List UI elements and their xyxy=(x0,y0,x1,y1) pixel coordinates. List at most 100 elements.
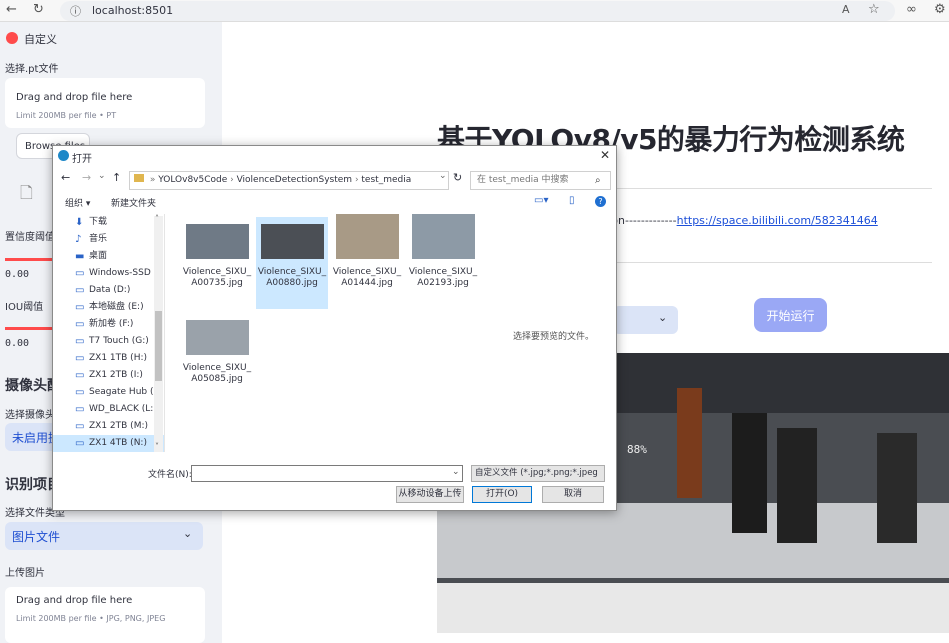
nav-item[interactable]: ▭ 新加卷 (F:) xyxy=(53,316,164,333)
pt-dropzone[interactable]: Drag and drop file here Limit 200MB per … xyxy=(5,78,205,128)
folder-icon xyxy=(134,174,144,182)
scroll-down-icon[interactable]: ˅ xyxy=(155,442,159,451)
new-folder-button[interactable]: 新建文件夹 xyxy=(111,196,156,209)
nav-item[interactable]: ▭ ZX1 2TB (M:) xyxy=(53,418,164,435)
nav-item[interactable]: ▬ 桌面 xyxy=(53,248,164,265)
nav-item[interactable]: ▭ Seagate Hub (K: xyxy=(53,384,164,401)
up-icon[interactable]: ↑ xyxy=(112,171,121,184)
file-item-selected[interactable]: Violence_SIXU_ A00880.jpg xyxy=(256,217,328,309)
file-name: Violence_SIXU_ xyxy=(408,267,478,277)
drive-icon: ▭ xyxy=(75,370,85,381)
refresh-icon[interactable]: ↻ xyxy=(453,171,462,184)
person-figure xyxy=(677,388,702,498)
conf-slider[interactable] xyxy=(5,258,55,261)
file-item[interactable]: Violence_SIXU_ A05085.jpg xyxy=(181,320,253,385)
organize-label: 组织 xyxy=(65,199,84,209)
settings-icon[interactable]: ⚙ xyxy=(934,2,946,17)
drive-icon: ▭ xyxy=(75,387,85,398)
breadcrumb[interactable]: » YOLOv8v5Code › ViolenceDetectionSystem… xyxy=(129,171,449,190)
chevron-down-icon: ⌄ xyxy=(452,467,460,477)
scroll-thumb[interactable] xyxy=(155,311,162,381)
preview-pane-icon[interactable]: ▯ xyxy=(569,195,575,206)
nav-item[interactable]: ⬇ 下载 xyxy=(53,214,164,231)
search-input[interactable]: 在 test_media 中搜索 ⌕ xyxy=(470,171,611,190)
nav-scrollbar[interactable]: ˄ ˅ xyxy=(154,214,163,452)
file-item[interactable]: Violence_SIXU_ A02193.jpg xyxy=(407,214,479,289)
iou-label: IOU阈值 xyxy=(5,302,44,313)
forward-icon[interactable]: → xyxy=(82,171,91,184)
video-bottom xyxy=(437,583,949,633)
video-floor xyxy=(437,503,949,578)
crumb-item[interactable]: ViolenceDetectionSystem xyxy=(237,175,352,185)
nav-item[interactable]: ▭ ZX1 1TB (H:) xyxy=(53,350,164,367)
camera-select-label: 选择摄像头 xyxy=(5,410,55,421)
nav-item-label: 下载 xyxy=(89,217,108,227)
image-dropzone[interactable]: Drag and drop file here Limit 200MB per … xyxy=(5,587,205,643)
nav-item-label: Data (D:) xyxy=(89,285,131,295)
file-item[interactable]: Violence_SIXU_ A00735.jpg xyxy=(181,224,253,289)
filetype-filter-select[interactable]: 自定义文件 (*.jpg;*.png;*.jpeg xyxy=(471,465,605,482)
drive-icon: ▭ xyxy=(75,438,85,449)
back-icon[interactable]: ← xyxy=(6,2,17,17)
pt-file-label: 选择.pt文件 xyxy=(5,64,59,75)
address-bar[interactable]: ⓘ localhost:8501 A ☆ xyxy=(60,1,895,21)
nav-item[interactable]: ▭ 本地磁盘 (E:) xyxy=(53,299,164,316)
iou-slider[interactable] xyxy=(5,327,55,330)
help-icon[interactable]: ? xyxy=(595,196,606,207)
chevron-down-icon[interactable]: ⌄ xyxy=(439,171,447,181)
image-thumbnail xyxy=(185,224,249,259)
view-options-icon[interactable]: ▭▾ xyxy=(534,195,548,206)
upload-from-mobile-button[interactable]: 从移动设备上传 xyxy=(396,486,464,503)
music-icon: ♪ xyxy=(75,234,82,245)
drive-icon: ▭ xyxy=(75,268,85,279)
back-icon[interactable]: ← xyxy=(61,171,70,184)
image-thumbnail xyxy=(260,224,324,259)
link-line: thon-------------https://space.bilibili.… xyxy=(600,214,878,227)
nav-item[interactable]: ♪ 音乐 xyxy=(53,231,164,248)
file-name: A05085.jpg xyxy=(191,374,243,384)
open-button[interactable]: 打开(O) xyxy=(472,486,532,503)
iou-value: 0.00 xyxy=(5,338,30,349)
file-name: A00735.jpg xyxy=(191,278,243,288)
dropzone-title: Drag and drop file here xyxy=(16,92,133,103)
nav-item[interactable]: ▭ ZX1 4TB (N:) xyxy=(53,435,164,452)
chevron-down-icon: ⌄ xyxy=(183,527,193,540)
extensions-icon[interactable]: ∞ xyxy=(906,2,917,17)
chevron-down-icon: ⌄ xyxy=(658,311,668,324)
dropzone-title: Drag and drop file here xyxy=(16,595,133,606)
reload-icon[interactable]: ↻ xyxy=(33,2,44,17)
dialog-toolbar: 组织 ▾ 新建文件夹 ▭▾ ▯ ? xyxy=(53,192,616,214)
close-icon[interactable]: ✕ xyxy=(600,148,610,162)
open-file-dialog: 打开 ✕ ← → ⌄ ↑ » YOLOv8v5Code › ViolenceDe… xyxy=(52,145,617,511)
run-button[interactable]: 开始运行 xyxy=(754,298,827,332)
bilibili-link[interactable]: https://space.bilibili.com/582341464 xyxy=(677,214,878,227)
scroll-up-icon[interactable]: ˄ xyxy=(155,214,159,223)
chevron-down-icon[interactable]: ⌄ xyxy=(98,171,106,181)
file-name: Violence_SIXU_ xyxy=(257,267,327,277)
organize-button[interactable]: 组织 ▾ xyxy=(65,196,90,209)
upload-label: 上传图片 xyxy=(5,568,45,579)
nav-item[interactable]: ▭ Windows-SSD (C: xyxy=(53,265,164,282)
model-select[interactable]: ⌄ xyxy=(613,306,678,334)
crumb-item[interactable]: test_media xyxy=(361,175,411,185)
cancel-button[interactable]: 取消 xyxy=(542,486,604,503)
file-icon: 🗋 xyxy=(20,183,33,202)
filename-input[interactable]: ⌄ xyxy=(191,465,463,482)
file-name: Violence_SIXU_ xyxy=(332,267,402,277)
filetype-select[interactable]: 图片文件 ⌄ xyxy=(5,522,203,550)
nav-item[interactable]: ▭ T7 Touch (G:) xyxy=(53,333,164,350)
download-icon: ⬇ xyxy=(75,217,84,228)
person-figure xyxy=(732,413,767,533)
nav-item-label: ZX1 1TB (H:) xyxy=(89,353,147,363)
nav-item[interactable]: ▭ ZX1 2TB (I:) xyxy=(53,367,164,384)
drive-icon: ▭ xyxy=(75,421,85,432)
drive-icon: ▭ xyxy=(75,353,85,364)
dialog-title: 打开 xyxy=(72,154,92,165)
file-item[interactable]: Violence_SIXU_ A01444.jpg xyxy=(331,214,403,289)
crumb-item[interactable]: YOLOv8v5Code xyxy=(158,175,227,185)
info-icon: ⓘ xyxy=(70,5,81,18)
nav-item[interactable]: ▭ Data (D:) xyxy=(53,282,164,299)
favorite-icon[interactable]: ☆ xyxy=(868,2,880,17)
nav-item[interactable]: ▭ WD_BLACK (L:) xyxy=(53,401,164,418)
read-aloud-icon[interactable]: A xyxy=(842,3,850,16)
